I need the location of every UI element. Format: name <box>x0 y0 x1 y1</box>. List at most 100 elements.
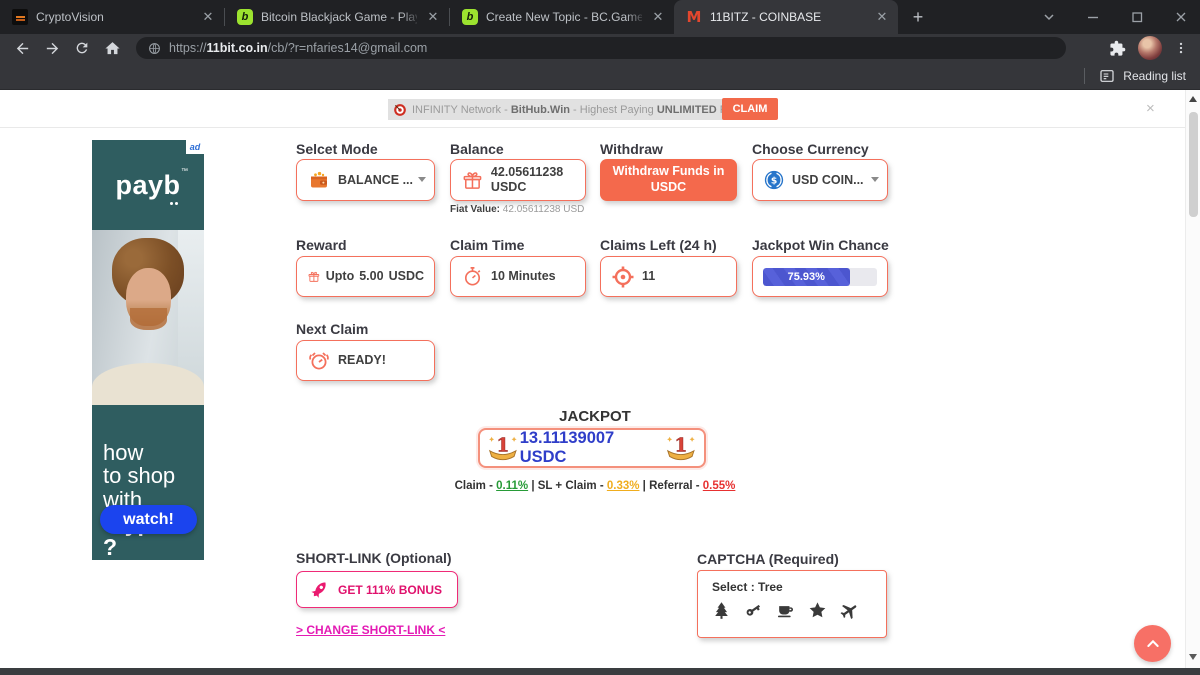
first-place-medal-icon: 1 <box>664 432 698 464</box>
window-controls <box>1042 0 1188 34</box>
minimize-icon[interactable] <box>1086 10 1100 24</box>
scrollbar-up-arrow[interactable] <box>1189 96 1197 102</box>
jackpot-rates: Claim - 0.11% | SL + Claim - 0.33% | Ref… <box>420 480 770 492</box>
select-mode-label: Selcet Mode <box>296 141 378 157</box>
chevron-down-icon <box>418 177 426 182</box>
restore-window-icon[interactable] <box>1130 10 1144 24</box>
close-window-icon[interactable] <box>1174 10 1188 24</box>
banner-close-icon[interactable]: × <box>1146 100 1155 117</box>
select-mode-dropdown[interactable]: BALANCE ... <box>296 159 435 201</box>
gift-icon <box>307 265 321 288</box>
address-bar[interactable]: https://11bit.co.in/cb/?r=nfaries14@gmai… <box>136 37 1066 59</box>
profile-avatar[interactable] <box>1138 36 1162 60</box>
win-chance-box: 75.93% <box>752 256 888 297</box>
ad-text: how to shop with crypto ? <box>92 405 204 560</box>
browser-menu-icon[interactable] <box>1174 40 1188 56</box>
dartboard-icon <box>393 103 407 117</box>
separator <box>1084 68 1085 84</box>
bcgame-favicon: b <box>462 9 478 25</box>
captcha-star-icon[interactable] <box>808 601 827 620</box>
claims-left-label: Claims Left (24 h) <box>600 237 717 253</box>
fiat-value: Fiat Value: 42.05611238 USD <box>450 204 584 215</box>
svg-text:1: 1 <box>675 435 688 457</box>
svg-text:1: 1 <box>496 435 509 457</box>
forward-button[interactable] <box>40 36 64 60</box>
balance-label: Balance <box>450 141 504 157</box>
claim-time-box: 10 Minutes <box>450 256 586 297</box>
scrollbar-thumb[interactable] <box>1189 112 1198 217</box>
page-scrollbar[interactable] <box>1185 90 1200 668</box>
stopwatch-icon <box>461 265 484 288</box>
tab-close-icon[interactable]: ✕ <box>200 9 216 25</box>
usdc-coin-icon: $ <box>763 169 785 191</box>
cryptovision-favicon <box>12 9 28 25</box>
site-globe-icon <box>148 42 161 55</box>
win-chance-progress: 75.93% <box>763 268 877 286</box>
alarm-clock-icon <box>307 349 331 373</box>
11bitz-favicon: M <box>686 9 702 25</box>
promo-banner: INFINITY Network - BitHub.Win - Highest … <box>388 99 764 120</box>
ad-photo <box>92 230 204 405</box>
toolbar-right <box>1109 36 1190 60</box>
captcha-tree-icon[interactable] <box>712 601 731 620</box>
captcha-label: CAPTCHA (Required) <box>697 551 839 567</box>
tab-close-icon[interactable]: ✕ <box>425 9 441 25</box>
back-button[interactable] <box>10 36 34 60</box>
scroll-to-top-button[interactable] <box>1134 625 1171 662</box>
reload-button[interactable] <box>70 36 94 60</box>
chevron-down-icon <box>871 177 879 182</box>
new-tab-button[interactable]: + <box>904 3 932 31</box>
captcha-cup-icon[interactable] <box>776 601 795 620</box>
reward-label: Reward <box>296 237 347 253</box>
jackpot-box: 1 13.11139007 USDC 1 <box>478 428 706 468</box>
tab-title: Bitcoin Blackjack Game - Play BTC <box>261 10 417 24</box>
tab-close-icon[interactable]: ✕ <box>650 9 666 25</box>
extensions-puzzle-icon[interactable] <box>1109 40 1126 57</box>
captcha-plane-icon[interactable] <box>840 601 859 620</box>
sidebar-ad[interactable]: ad payb™ how to shop with crypto ? <box>92 140 204 560</box>
scrollbar-down-arrow[interactable] <box>1189 654 1197 660</box>
claim-time-label: Claim Time <box>450 237 524 253</box>
withdraw-label: Withdraw <box>600 141 663 157</box>
browser-toolbar: https://11bit.co.in/cb/?r=nfaries14@gmai… <box>0 34 1200 62</box>
claims-left-box: 11 <box>600 256 737 297</box>
captcha-instruction: Select : Tree <box>712 580 886 594</box>
captcha-options <box>712 601 886 620</box>
reading-list-button[interactable]: Reading list <box>1123 69 1186 83</box>
url-text: https://11bit.co.in/cb/?r=nfaries14@gmai… <box>169 41 427 55</box>
page-content: ad payb™ how to shop with crypto ? <box>0 128 1200 667</box>
tab-close-icon[interactable]: ✕ <box>874 9 890 25</box>
home-button[interactable] <box>100 36 124 60</box>
tab-11bitz-active[interactable]: M 11BITZ - COINBASE ✕ <box>674 0 898 34</box>
tab-cryptovision[interactable]: CryptoVision ✕ <box>0 0 224 34</box>
change-shortlink-link[interactable]: > CHANGE SHORT-LINK < <box>296 623 445 637</box>
captcha-key-icon[interactable] <box>744 601 763 620</box>
svg-text:$: $ <box>771 175 777 186</box>
rocket-icon <box>305 575 335 605</box>
web-page: INFINITY Network - BitHub.Win - Highest … <box>0 90 1200 668</box>
jackpot-title: JACKPOT <box>450 408 740 425</box>
first-place-medal-icon: 1 <box>486 432 520 464</box>
next-claim-label: Next Claim <box>296 321 368 337</box>
reward-box: Upto 5.00 USDC <box>296 256 435 297</box>
target-icon <box>611 265 635 289</box>
payb-logo: payb™ <box>115 170 180 201</box>
jackpot-amount: 13.11139007 USDC <box>520 429 665 467</box>
shortlink-label: SHORT-LINK (Optional) <box>296 550 452 566</box>
reading-list-icon <box>1099 68 1115 84</box>
next-claim-box: READY! <box>296 340 435 381</box>
shortlink-bonus-button[interactable]: GET 111% BONUS <box>296 571 458 608</box>
tab-bitcoin-blackjack[interactable]: b Bitcoin Blackjack Game - Play BTC ✕ <box>225 0 449 34</box>
notification-bar: INFINITY Network - BitHub.Win - Highest … <box>0 90 1200 128</box>
withdraw-button[interactable]: Withdraw Funds in USDC <box>600 159 737 201</box>
browser-window: CryptoVision ✕ b Bitcoin Blackjack Game … <box>0 0 1200 675</box>
tab-create-new-topic[interactable]: b Create New Topic - BC.Game Forum ✕ <box>450 0 674 34</box>
bcgame-favicon: b <box>237 9 253 25</box>
watch-button[interactable]: watch! <box>100 505 197 534</box>
balance-box: 42.05611238 USDC <box>450 159 586 201</box>
tab-title: CryptoVision <box>36 10 192 24</box>
banner-claim-button[interactable]: CLAIM <box>722 98 778 120</box>
ad-badge[interactable]: ad <box>186 140 204 154</box>
tab-search-chevron-icon[interactable] <box>1042 10 1056 24</box>
currency-dropdown[interactable]: $ USD COIN... <box>752 159 888 201</box>
